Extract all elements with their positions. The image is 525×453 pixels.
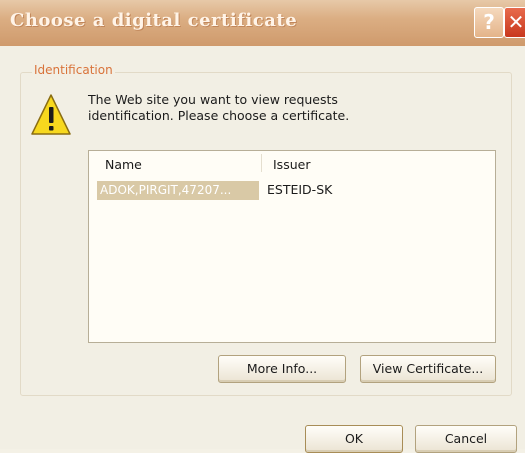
certificate-dialog: Choose a digital certificate ? ✕ Identif… (0, 0, 525, 453)
warning-icon (31, 94, 71, 135)
message-line-2: identification. Please choose a certific… (88, 108, 350, 123)
window-title: Choose a digital certificate (10, 10, 298, 31)
title-bar[interactable]: Choose a digital certificate ? ✕ (0, 0, 525, 46)
message-line-1: The Web site you want to view requests (88, 92, 338, 107)
close-icon: ✕ (507, 10, 525, 34)
column-header-name[interactable]: Name (105, 157, 142, 172)
close-button[interactable]: ✕ (504, 7, 525, 38)
certificate-list[interactable]: Name Issuer ADOK,PIRGIT,47207... ESTEID-… (88, 150, 496, 343)
help-icon: ? (483, 10, 495, 34)
identification-message: The Web site you want to view requests i… (88, 92, 418, 124)
column-divider[interactable] (261, 154, 262, 172)
help-button[interactable]: ? (474, 7, 504, 38)
group-title: Identification (32, 63, 115, 77)
certificate-row-issuer[interactable]: ESTEID-SK (267, 182, 332, 197)
column-header-issuer[interactable]: Issuer (273, 157, 310, 172)
view-certificate-button[interactable]: View Certificate... (360, 355, 496, 383)
more-info-button[interactable]: More Info... (218, 355, 346, 383)
certificate-row-name[interactable]: ADOK,PIRGIT,47207... (97, 181, 259, 200)
